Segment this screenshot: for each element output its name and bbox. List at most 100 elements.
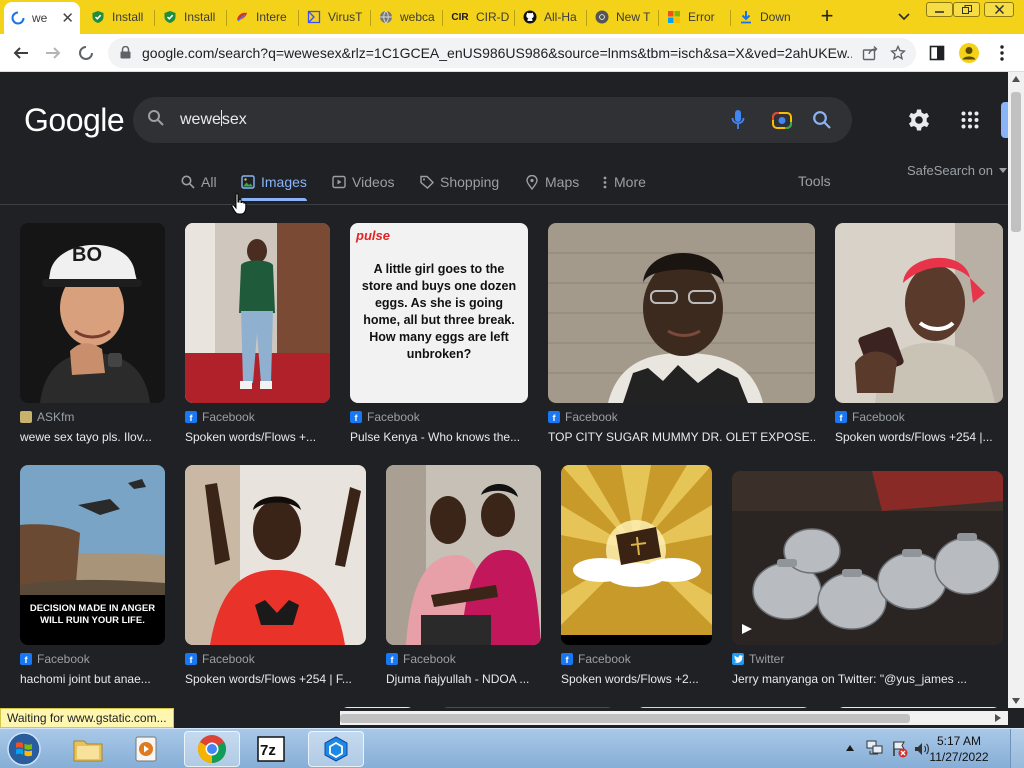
result-thumbnail[interactable] — [548, 223, 815, 403]
result-source[interactable]: f Facebook — [20, 652, 90, 666]
result-source[interactable]: ASKfm — [20, 410, 74, 424]
taskbar-media-player[interactable] — [120, 731, 172, 767]
tools-button[interactable]: Tools — [798, 173, 831, 189]
taskbar-chrome[interactable] — [184, 731, 240, 767]
tab-10[interactable]: Down — [732, 4, 804, 30]
result-title[interactable]: hachomi joint but anae... — [20, 672, 165, 686]
result-source[interactable]: f Facebook — [350, 410, 420, 424]
tab-videos[interactable]: Videos — [331, 172, 395, 192]
result-thumbnail[interactable] — [561, 465, 712, 645]
result-thumbnail[interactable]: BO — [20, 223, 165, 403]
google-apps-button[interactable] — [958, 108, 982, 132]
tab-more[interactable]: More — [602, 172, 646, 192]
quote-text: DECISION MADE IN ANGER WILL RUIN YOUR LI… — [29, 603, 156, 626]
taskbar-file-explorer[interactable] — [60, 731, 116, 767]
result-title[interactable]: Spoken words/Flows +254 |... — [835, 430, 1003, 444]
result-source[interactable]: f Facebook — [185, 652, 255, 666]
result-thumbnail[interactable] — [185, 223, 330, 403]
scroll-down-arrow-icon[interactable] — [1012, 698, 1020, 704]
result-title[interactable]: Djuma ñajyullah - NDOA ... — [386, 672, 541, 686]
close-tab-icon[interactable]: ✕ — [61, 9, 74, 27]
voice-search-button[interactable] — [727, 109, 749, 131]
result-thumbnail[interactable]: pulse A little girl goes to the store an… — [350, 223, 528, 403]
address-bar[interactable]: google.com/search?q=wewesex&rlz=1C1GCEA_… — [108, 38, 916, 68]
tab-9[interactable]: Error — [660, 4, 730, 30]
settings-button[interactable] — [907, 108, 931, 132]
result-source[interactable]: f Facebook — [561, 652, 631, 666]
minimize-button[interactable] — [926, 2, 953, 17]
start-button[interactable] — [2, 730, 46, 768]
result-thumbnail[interactable]: DECISION MADE IN ANGER WILL RUIN YOUR LI… — [20, 465, 165, 645]
lens-search-button[interactable] — [771, 109, 793, 131]
result-source[interactable]: f Facebook — [548, 410, 618, 424]
tab-3[interactable]: Intere — [228, 4, 298, 30]
tray-overflow-chevron-icon[interactable] — [846, 745, 854, 751]
tab-2[interactable]: Install — [156, 4, 226, 30]
result-source[interactable]: f Facebook — [185, 410, 255, 424]
side-panel-button[interactable] — [926, 42, 948, 64]
browser-menu-button[interactable] — [991, 42, 1013, 64]
restore-button[interactable] — [953, 2, 980, 17]
tab-all[interactable]: All — [180, 172, 217, 192]
network-icon[interactable] — [866, 740, 884, 756]
horizontal-scroll-thumb[interactable] — [340, 714, 910, 723]
tab-search-button[interactable] — [893, 6, 915, 28]
result-thumbnail[interactable] — [185, 465, 366, 645]
tab-8[interactable]: New T — [588, 4, 658, 30]
search-query[interactable]: wewesex — [180, 110, 247, 129]
result-title[interactable]: Spoken words/Flows +2... — [561, 672, 712, 686]
new-tab-button[interactable]: + — [815, 3, 839, 28]
result-source[interactable]: f Facebook — [386, 652, 456, 666]
image-result-peek[interactable] — [636, 707, 811, 708]
result-source[interactable]: f Facebook — [835, 410, 905, 424]
lock-icon[interactable] — [120, 45, 131, 64]
result-title[interactable]: Spoken words/Flows +254 | F... — [185, 672, 366, 686]
result-title[interactable]: Spoken words/Flows +... — [185, 430, 330, 444]
vertical-scroll-thumb[interactable] — [1011, 92, 1021, 232]
system-clock[interactable]: 5:17 AM 11/27/2022 — [928, 733, 990, 765]
chrome-icon — [594, 9, 610, 25]
safesearch-button[interactable]: SafeSearch on — [907, 163, 1007, 178]
share-icon[interactable] — [860, 44, 880, 62]
url-text[interactable]: google.com/search?q=wewesex&rlz=1C1GCEA_… — [142, 45, 852, 61]
tab-7[interactable]: All-Ha — [516, 4, 586, 30]
image-result-peek[interactable] — [440, 707, 615, 708]
result-thumbnail[interactable] — [386, 465, 541, 645]
result-title[interactable]: Pulse Kenya - Who knows the... — [350, 430, 528, 444]
tab-6[interactable]: CIR CIR-D — [444, 4, 514, 30]
profile-avatar-button[interactable] — [958, 42, 980, 64]
source-name: Facebook — [403, 652, 456, 666]
close-window-button[interactable] — [984, 2, 1014, 17]
back-button[interactable] — [9, 42, 33, 64]
horizontal-scrollbar[interactable] — [340, 711, 1008, 725]
search-submit-button[interactable] — [811, 109, 833, 131]
result-thumbnail[interactable] — [732, 471, 1003, 645]
google-logo[interactable]: Google — [24, 102, 125, 139]
image-result-peek[interactable] — [340, 707, 415, 708]
taskbar-7zip[interactable]: 7z — [246, 731, 296, 767]
action-center-flag-icon[interactable] — [891, 740, 909, 758]
stop-loading-button[interactable] — [74, 42, 98, 64]
show-desktop-button[interactable] — [1010, 729, 1024, 768]
tab-0[interactable]: we ✕ — [4, 2, 80, 34]
sign-in-button-edge[interactable] — [1001, 102, 1008, 138]
taskbar-hex-app[interactable] — [308, 731, 364, 767]
result-thumbnail[interactable] — [835, 223, 1003, 403]
image-result-peek[interactable] — [836, 707, 1001, 708]
result-title[interactable]: wewe sex tayo pls. Ilov... — [20, 430, 165, 444]
vertical-scrollbar[interactable] — [1008, 72, 1024, 708]
forward-button[interactable] — [41, 42, 65, 64]
tab-5[interactable]: webca — [372, 4, 442, 30]
bookmark-star-icon[interactable] — [888, 44, 908, 62]
result-title[interactable]: Jerry manyanga on Twitter: "@yus_james .… — [732, 672, 1003, 686]
result-source[interactable]: Twitter — [732, 652, 784, 666]
search-input[interactable]: wewesex — [133, 97, 852, 143]
tab-maps[interactable]: Maps — [524, 172, 579, 192]
tab-1[interactable]: Install — [84, 4, 154, 30]
scroll-right-arrow-icon[interactable] — [995, 714, 1001, 722]
tab-shopping[interactable]: Shopping — [419, 172, 499, 192]
tab-images[interactable]: Images — [240, 172, 307, 201]
tab-4[interactable]: VirusT — [300, 4, 370, 30]
result-title[interactable]: TOP CITY SUGAR MUMMY DR. OLET EXPOSE... — [548, 430, 815, 444]
scroll-up-arrow-icon[interactable] — [1012, 76, 1020, 82]
